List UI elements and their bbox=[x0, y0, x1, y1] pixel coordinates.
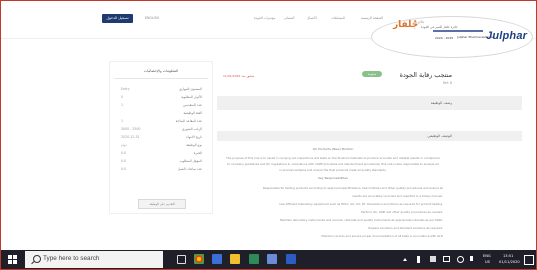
description-line: The purpose of this role is to assist in… bbox=[226, 156, 440, 160]
logo-badge-sub: جائزة bbox=[415, 19, 425, 24]
logo-wordmark: Julphar bbox=[486, 30, 528, 42]
info-panel-title: المعلومات والإحصائيات bbox=[143, 69, 179, 73]
info-label: الفئة الوظيفية bbox=[183, 111, 202, 115]
responsibility-line: Use different laboratory equipment such … bbox=[279, 202, 443, 206]
job-detail-panel: منشور منذ 11/01/2020 مفتوحة منتجب رقابة … bbox=[217, 61, 522, 249]
nav-link-business[interactable]: الأعمال bbox=[307, 16, 317, 20]
info-value: 0 bbox=[121, 95, 124, 99]
task-view-icon[interactable] bbox=[177, 255, 186, 264]
info-label: المستوى المهاري bbox=[179, 87, 202, 91]
info-value: 0-0 bbox=[121, 151, 127, 155]
responsibility-line: Responsible for testing products accordi… bbox=[262, 186, 443, 190]
responsibility-line: Maintain records and ensure proper docum… bbox=[321, 234, 443, 238]
logo-divider bbox=[433, 30, 483, 32]
info-row: المؤهل المطلوب 0-0 bbox=[110, 159, 212, 167]
section-title: الوصف الوظيفي bbox=[427, 134, 452, 138]
info-value: 3000 - 2500 bbox=[121, 127, 141, 131]
file-explorer-icon[interactable] bbox=[230, 254, 240, 264]
description-line: in-process samples and ensure the final … bbox=[279, 168, 387, 172]
info-label: نوع الوظيفة bbox=[186, 143, 202, 147]
info-value: دوام bbox=[121, 143, 127, 147]
info-value: 1 bbox=[121, 119, 124, 123]
volume-icon[interactable] bbox=[470, 256, 475, 261]
info-value: 2020-12-31 bbox=[121, 135, 140, 139]
taskbar-search-input[interactable]: Type here to search bbox=[25, 251, 163, 268]
info-value: Entry bbox=[121, 87, 130, 91]
info-row: الخبرة 0-0 bbox=[110, 151, 212, 159]
divider bbox=[114, 78, 208, 79]
job-title: منتجب رقابة الجودة bbox=[399, 71, 452, 79]
info-row: الراتب الشهري 3000 - 2500 bbox=[110, 127, 212, 135]
info-label: عدد المقاعد المتاحة bbox=[175, 119, 202, 123]
clock-date[interactable]: 01/11/2020 bbox=[499, 260, 520, 264]
info-value: 0-0 bbox=[121, 159, 127, 163]
status-badge: مفتوحة bbox=[362, 71, 382, 77]
word-icon[interactable] bbox=[212, 254, 222, 264]
battery-icon[interactable] bbox=[430, 256, 436, 262]
nav-link-competitions[interactable]: المسابقات bbox=[331, 16, 345, 20]
info-row: الأدوار المطلوبة 0 bbox=[110, 95, 212, 103]
section-title: وصف الوظيفة bbox=[430, 101, 452, 105]
info-row: عدد المتقدمين 1 bbox=[110, 103, 212, 111]
info-label: عدد ساعات العمل bbox=[177, 167, 202, 171]
info-row: نوع الوظيفة دوام bbox=[110, 143, 212, 151]
clock-time[interactable]: 13:51 bbox=[503, 254, 513, 258]
logo-dates: 2024 - 2025 bbox=[435, 36, 454, 40]
job-reference: Ref: 8 bbox=[442, 81, 452, 85]
language-indicator[interactable]: ENG bbox=[483, 254, 491, 258]
nav-link-resources[interactable]: المصادر bbox=[284, 16, 294, 20]
info-row: الفئة الوظيفية bbox=[110, 111, 212, 119]
usb-icon[interactable] bbox=[417, 256, 420, 263]
info-row: عدد المقاعد المتاحة 1 bbox=[110, 119, 212, 127]
info-label: الراتب الشهري bbox=[182, 127, 202, 131]
responsibility-line: Perform QC, GMP and other quality proced… bbox=[361, 210, 443, 214]
chevron-up-icon[interactable] bbox=[403, 258, 407, 261]
logo-arabic-line: جائزة جلفار للتميز في الجودة bbox=[421, 25, 458, 29]
job-info-panel: المعلومات والإحصائيات المستوى المهاري Ent… bbox=[109, 61, 213, 214]
windows-taskbar: Type here to search ENG US 13:51 01/11/2… bbox=[1, 250, 536, 269]
responsibility-line: results are accurately recorded and repo… bbox=[352, 194, 443, 198]
info-label: المؤهل المطلوب bbox=[179, 159, 202, 163]
posted-date: منشور منذ 11/01/2020 bbox=[223, 74, 255, 78]
wifi-icon[interactable] bbox=[457, 256, 464, 263]
windows-start-icon[interactable] bbox=[8, 255, 17, 264]
responsibility-line: Maintain laboratory instruments and reco… bbox=[279, 218, 443, 222]
brand-logo[interactable]: جُلفار جائزة جائزة جلفار للتميز في الجود… bbox=[363, 10, 535, 58]
site-header: تسجيل الدخول ENGLISH مؤتمرات الجودة المص… bbox=[1, 1, 536, 58]
excel-icon[interactable] bbox=[249, 254, 259, 264]
login-button[interactable]: تسجيل الدخول bbox=[102, 14, 133, 23]
info-label: تاريخ الانتهاء bbox=[186, 135, 202, 139]
notification-icon[interactable] bbox=[524, 255, 534, 265]
region-indicator[interactable]: US bbox=[485, 260, 490, 264]
outlook-icon[interactable] bbox=[286, 254, 296, 264]
info-value: 1 bbox=[121, 103, 124, 107]
teams-icon[interactable] bbox=[267, 254, 277, 264]
responsibility-line: Prepare solutions and standard solutions… bbox=[368, 226, 443, 230]
search-icon bbox=[33, 255, 41, 263]
info-row: المستوى المهاري Entry bbox=[110, 87, 212, 95]
network-icon[interactable] bbox=[443, 256, 450, 262]
info-row: عدد ساعات العمل 0-0 bbox=[110, 167, 212, 175]
browser-frame: تسجيل الدخول ENGLISH مؤتمرات الجودة المص… bbox=[0, 0, 537, 270]
info-label: الأدوار المطلوبة bbox=[181, 95, 202, 99]
nav-link-quality-conferences[interactable]: مؤتمرات الجودة bbox=[254, 16, 275, 20]
subheading-position: QC Products (New) Position bbox=[312, 147, 354, 151]
language-link[interactable]: ENGLISH bbox=[145, 16, 159, 20]
subheading-responsibilities: Key Responsibilities bbox=[318, 176, 348, 180]
info-label: الخبرة bbox=[193, 151, 202, 155]
apply-button[interactable]: التقديم على الوظيفة bbox=[138, 199, 186, 209]
description-line: to company guidelines and QC regulations… bbox=[227, 162, 439, 166]
section-header-description: وصف الوظيفة bbox=[217, 96, 522, 110]
info-label: عدد المتقدمين bbox=[182, 103, 202, 107]
search-placeholder: Type here to search bbox=[43, 255, 100, 262]
info-value: 0-0 bbox=[121, 167, 127, 171]
chrome-icon[interactable] bbox=[194, 254, 204, 264]
info-row: تاريخ الانتهاء 2020-12-31 bbox=[110, 135, 212, 143]
section-header-job-description: الوصف الوظيفي bbox=[217, 131, 522, 141]
